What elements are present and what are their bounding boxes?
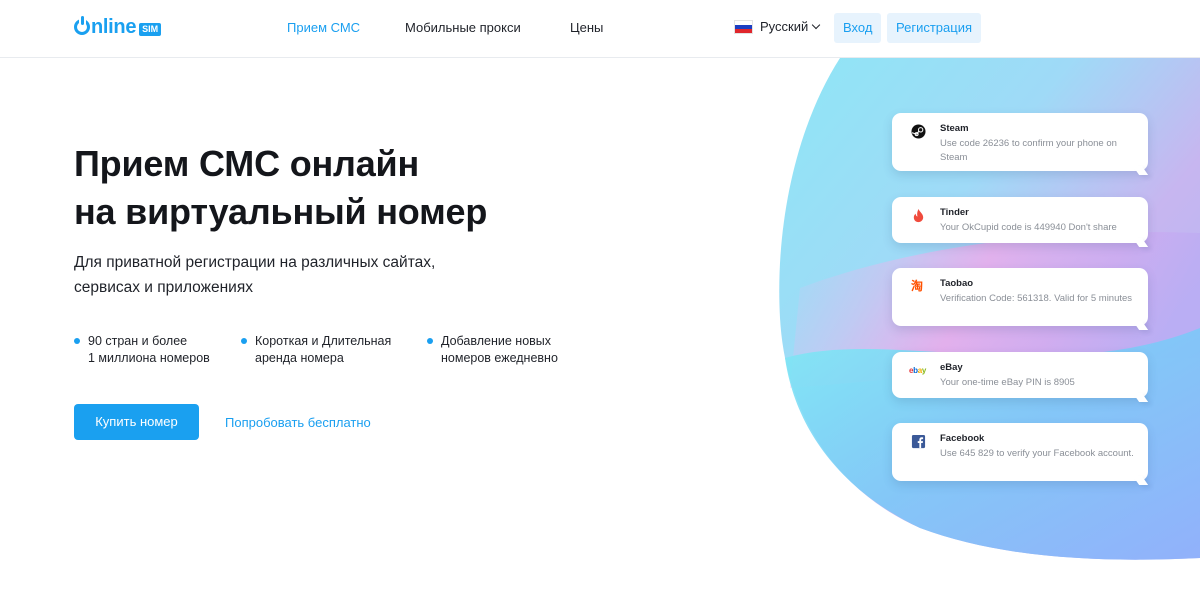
sms-card-text: Verification Code: 561318. Valid for 5 m…	[940, 293, 1133, 304]
language-label: Русский	[760, 19, 809, 34]
hero-title: Прием СМС онлайн на виртуальный номер	[74, 140, 487, 236]
sms-card-title: Tinder	[940, 207, 969, 218]
onlinesim-logo[interactable]: nline SIM	[74, 14, 162, 40]
sms-card-ebay: ebay eBay Your one-time eBay PIN is 8905	[892, 352, 1148, 398]
sms-card-facebook: Facebook Use 645 829 to verify your Face…	[892, 423, 1148, 481]
register-button[interactable]: Регистрация	[887, 13, 981, 43]
facebook-icon	[911, 434, 926, 449]
sms-card-title: Steam	[940, 123, 969, 134]
sms-card-title: eBay	[940, 362, 963, 373]
sms-card-title: Facebook	[940, 433, 985, 444]
nav-prices[interactable]: Цены	[570, 20, 603, 35]
chevron-down-icon	[812, 20, 821, 29]
sms-card-steam: Steam Use code 26236 to confirm your pho…	[892, 113, 1148, 171]
sms-card-text: Use 645 829 to verify your Facebook acco…	[940, 448, 1134, 459]
sms-card-text: Your one-time eBay PIN is 8905	[940, 377, 1075, 388]
logo-badge: SIM	[139, 22, 162, 36]
hero-title-line-1: Прием СМС онлайн	[74, 143, 419, 184]
feature-item-countries: 90 стран и более 1 миллиона номеров	[74, 333, 241, 366]
login-button[interactable]: Вход	[834, 13, 882, 43]
feature-item-daily: Добавление новых номеров ежедневно	[427, 333, 591, 366]
sms-card-text: Your OkCupid code is 449940 Don't share	[940, 222, 1117, 233]
tinder-flame-icon	[913, 208, 924, 223]
site-header: nline SIM Прием СМС Мобильные прокси Цен…	[0, 0, 1200, 58]
feature-item-rental: Короткая и Длительная аренда номера	[241, 333, 427, 366]
power-icon	[74, 16, 90, 35]
sms-card-text: Use code 26236 to confirm your phone on …	[940, 138, 1117, 163]
nav-mobile-proxy[interactable]: Мобильные прокси	[405, 20, 521, 35]
sms-card-title: Taobao	[940, 278, 974, 289]
nav-receive-sms[interactable]: Прием СМС	[287, 20, 360, 35]
logo-text: nline	[91, 15, 137, 38]
language-selector[interactable]: Русский	[734, 19, 821, 34]
russia-flag-icon	[734, 19, 753, 34]
ebay-icon: ebay	[909, 366, 927, 375]
sms-card-tinder: Tinder Your OkCupid code is 449940 Don't…	[892, 197, 1148, 243]
buy-number-button[interactable]: Купить номер	[74, 404, 199, 440]
feature-list: 90 стран и более 1 миллиона номеров Коро…	[74, 333, 591, 366]
sms-card-taobao: 淘 Taobao Verification Code: 561318. Vali…	[892, 268, 1148, 326]
hero-subtitle: Для приватной регистрации на различных с…	[74, 254, 436, 296]
hero-title-line-2: на виртуальный номер	[74, 191, 488, 232]
try-free-link[interactable]: Попробовать бесплатно	[225, 415, 371, 430]
steam-icon	[911, 124, 926, 139]
taobao-icon: 淘	[911, 279, 924, 293]
